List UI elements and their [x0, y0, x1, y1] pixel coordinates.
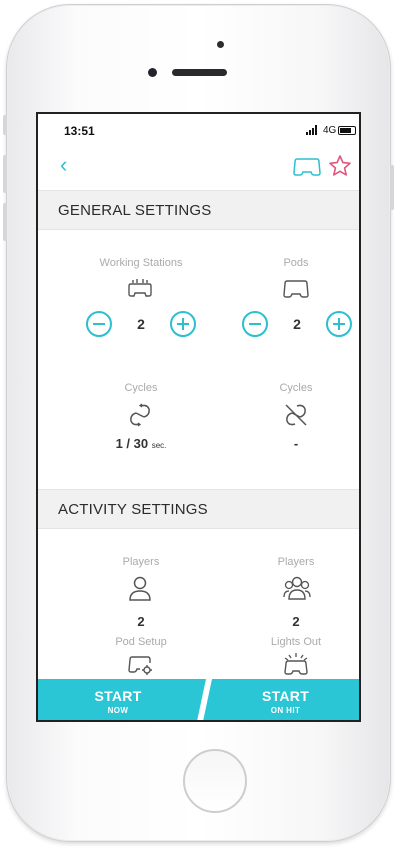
working-stations-value: 2	[137, 316, 145, 332]
cycles-label: Cycles	[124, 382, 158, 394]
start-on-hit-subtitle: ON HIT	[270, 706, 301, 715]
network-type: 4G	[323, 125, 337, 136]
group-icon[interactable]	[283, 575, 311, 601]
battery-icon	[338, 126, 356, 135]
signal-icon	[306, 125, 317, 135]
section-title: GENERAL SETTINGS	[58, 202, 212, 219]
start-now-title: START	[94, 688, 142, 704]
cycles-label: Cycles	[279, 382, 313, 394]
increase-button[interactable]	[326, 311, 352, 337]
start-now-subtitle: NOW	[107, 706, 129, 715]
earpiece-speaker	[172, 69, 227, 76]
general-settings-header: GENERAL SETTINGS	[38, 190, 359, 230]
pods-value: 2	[293, 316, 301, 332]
cycles-value-text: 1 / 30	[115, 436, 149, 451]
pod-icon[interactable]	[292, 155, 322, 177]
front-camera	[148, 68, 157, 77]
players-value: 2	[137, 614, 145, 629]
decrease-button[interactable]	[86, 311, 112, 337]
pods-label: Pods	[283, 257, 309, 269]
working-stations-stepper: 2	[86, 311, 196, 337]
pod-icon	[283, 280, 309, 298]
section-title: ACTIVITY SETTINGS	[58, 501, 208, 518]
proximity-sensor	[217, 41, 224, 48]
start-on-hit-button[interactable]: START ON HIT	[208, 679, 359, 720]
increase-button[interactable]	[170, 311, 196, 337]
user-icon[interactable]	[128, 575, 152, 601]
power-button	[390, 165, 394, 210]
decrease-button[interactable]	[242, 311, 268, 337]
players-value: 2	[292, 614, 300, 629]
app-screen: 13:51 4G ‹ GENERAL SETTINGS Working Stat…	[36, 112, 361, 722]
no-cycle-icon[interactable]	[283, 402, 309, 428]
start-on-hit-title: START	[261, 688, 310, 704]
working-stations-icon	[128, 279, 152, 297]
working-stations-label: Working Stations	[99, 257, 183, 269]
volume-up-button	[3, 155, 7, 193]
chevron-left-icon[interactable]: ‹	[60, 154, 67, 176]
pod-setup-icon[interactable]	[128, 654, 154, 676]
pod-setup-label: Pod Setup	[115, 636, 167, 648]
cycles-value: 1 / 30 sec.	[76, 436, 206, 451]
cycles-value: -	[293, 436, 299, 451]
players-label: Players	[277, 556, 315, 568]
pods-stepper: 2	[242, 311, 352, 337]
activity-settings-header: ACTIVITY SETTINGS	[38, 489, 359, 529]
lights-out-icon[interactable]	[283, 652, 309, 676]
star-icon[interactable]	[328, 154, 352, 178]
cycle-icon[interactable]	[127, 402, 153, 428]
cycles-unit: sec.	[151, 441, 167, 450]
status-time: 13:51	[64, 124, 95, 138]
status-bar: 13:51 4G	[38, 114, 359, 150]
mute-switch	[3, 115, 7, 135]
lights-out-label: Lights Out	[270, 636, 322, 648]
players-label: Players	[122, 556, 160, 568]
volume-down-button	[3, 203, 7, 241]
start-buttons-bar: START NOW START ON HIT	[38, 679, 359, 720]
home-button[interactable]	[183, 749, 247, 813]
nav-bar: ‹	[38, 152, 359, 182]
start-now-button[interactable]: START NOW	[38, 679, 198, 720]
